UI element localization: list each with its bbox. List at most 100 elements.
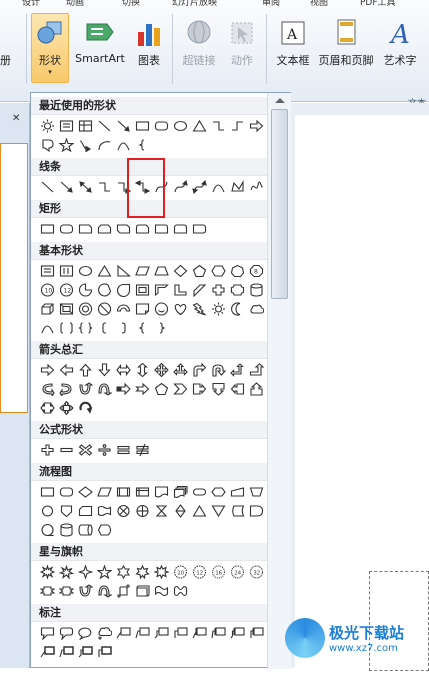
tab-animation[interactable]: 动画 (66, 0, 84, 8)
bentarrow-icon[interactable] (190, 361, 209, 379)
star24-icon[interactable]: 24 (228, 563, 247, 581)
curvedup-icon[interactable] (76, 380, 95, 398)
ribbonup-icon[interactable] (38, 582, 57, 600)
frame-icon[interactable] (133, 281, 152, 299)
arrowline-icon[interactable] (114, 117, 133, 135)
pentagon-icon[interactable] (190, 262, 209, 280)
diamond-icon[interactable] (171, 262, 190, 280)
star-icon[interactable] (57, 136, 76, 154)
rightarrow-icon[interactable] (38, 361, 57, 379)
tab-review[interactable]: 审阅 (262, 0, 280, 8)
lrcallout-icon[interactable] (38, 399, 57, 417)
accent3-icon[interactable] (228, 624, 247, 642)
pie-icon[interactable] (76, 281, 95, 299)
tab-view[interactable]: 视图 (310, 0, 328, 8)
offpage-icon[interactable] (57, 502, 76, 520)
table-icon[interactable] (76, 117, 95, 135)
lrarrow-icon[interactable] (114, 361, 133, 379)
accent4-icon[interactable] (247, 624, 266, 642)
merge-icon[interactable] (209, 502, 228, 520)
curvedleft-icon[interactable] (57, 380, 76, 398)
dblarrow-icon[interactable] (76, 178, 95, 196)
vscroll-icon[interactable] (114, 582, 133, 600)
star5-icon[interactable] (95, 563, 114, 581)
rtriangle-icon[interactable] (114, 262, 133, 280)
brace-icon[interactable] (133, 136, 152, 154)
decision-icon[interactable] (76, 483, 95, 501)
uturn-icon[interactable] (209, 361, 228, 379)
textbox-button[interactable]: A 文本框 (272, 18, 314, 68)
textbox-icon[interactable] (38, 262, 57, 280)
rightcallout-icon[interactable] (190, 380, 209, 398)
border4-icon[interactable] (95, 643, 114, 661)
vtextbox-icon[interactable] (57, 262, 76, 280)
sun-icon[interactable] (209, 300, 228, 318)
teardrop-icon[interactable] (114, 281, 133, 299)
blockarc-icon[interactable] (114, 300, 133, 318)
triangle-icon[interactable] (95, 262, 114, 280)
sort-icon[interactable] (171, 502, 190, 520)
border3-icon[interactable] (76, 643, 95, 661)
exp2-icon[interactable] (57, 563, 76, 581)
directaccess-icon[interactable] (76, 521, 95, 539)
rbrace-icon[interactable] (152, 319, 171, 337)
trapezoid-icon[interactable] (152, 262, 171, 280)
slide-canvas[interactable] (291, 103, 429, 675)
round2-icon[interactable] (171, 220, 190, 238)
line-icon[interactable] (38, 178, 57, 196)
halfframe-icon[interactable] (152, 281, 171, 299)
plaque-icon[interactable] (228, 281, 247, 299)
curveddown-icon[interactable] (95, 380, 114, 398)
punched-icon[interactable] (95, 502, 114, 520)
quadcallout-icon[interactable] (57, 399, 76, 417)
oval-icon[interactable] (171, 117, 190, 135)
snip1-icon[interactable] (76, 220, 95, 238)
heptagon-icon[interactable] (228, 262, 247, 280)
plus-icon[interactable] (38, 441, 57, 459)
or-icon[interactable] (133, 502, 152, 520)
curveddown-icon[interactable] (95, 582, 114, 600)
downcallout-icon[interactable] (209, 380, 228, 398)
minus-icon[interactable] (57, 441, 76, 459)
album-button[interactable]: 册 (0, 52, 11, 68)
star4-icon[interactable] (76, 563, 95, 581)
parallelogram-icon[interactable] (133, 262, 152, 280)
elbow2-icon[interactable] (228, 117, 247, 135)
curvearrow-icon[interactable] (171, 178, 190, 196)
delay-icon[interactable] (247, 502, 266, 520)
noentry-icon[interactable] (95, 300, 114, 318)
curved-icon[interactable] (76, 136, 95, 154)
snip2-icon[interactable] (95, 220, 114, 238)
lightning-icon[interactable] (190, 300, 209, 318)
hscroll-icon[interactable] (133, 582, 152, 600)
star32-icon[interactable]: 32 (247, 563, 266, 581)
tab-transition[interactable]: 切换 (122, 0, 140, 8)
gallery-scrollbar[interactable] (267, 93, 291, 669)
terminator-icon[interactable] (190, 483, 209, 501)
connector-icon[interactable] (38, 502, 57, 520)
stored-icon[interactable] (228, 502, 247, 520)
rbracket-icon[interactable] (114, 319, 133, 337)
close-icon[interactable]: ✕ (12, 113, 20, 124)
wordart-button[interactable]: A 艺术字 (380, 18, 420, 68)
octagon-icon[interactable]: 8 (247, 262, 266, 280)
diagstripe-icon[interactable] (190, 281, 209, 299)
sun-icon[interactable] (38, 117, 57, 135)
chevron-icon[interactable] (171, 380, 190, 398)
display-icon[interactable] (95, 521, 114, 539)
circulararrow-icon[interactable] (76, 399, 95, 417)
heart-icon[interactable] (171, 300, 190, 318)
leftarrow-icon[interactable] (57, 361, 76, 379)
predefined-icon[interactable] (114, 483, 133, 501)
line-icon[interactable] (95, 117, 114, 135)
bevel-icon[interactable] (57, 300, 76, 318)
lbrace-icon[interactable] (133, 319, 152, 337)
arc-icon[interactable] (38, 319, 57, 337)
action-button[interactable]: 动作 (224, 18, 260, 68)
smartart-button[interactable]: SmartArt (73, 18, 127, 65)
line4-icon[interactable] (171, 624, 190, 642)
lbracket-icon[interactable] (95, 319, 114, 337)
scribble-icon[interactable] (247, 178, 266, 196)
rectcallout-icon[interactable] (38, 624, 57, 642)
chord-icon[interactable] (95, 281, 114, 299)
